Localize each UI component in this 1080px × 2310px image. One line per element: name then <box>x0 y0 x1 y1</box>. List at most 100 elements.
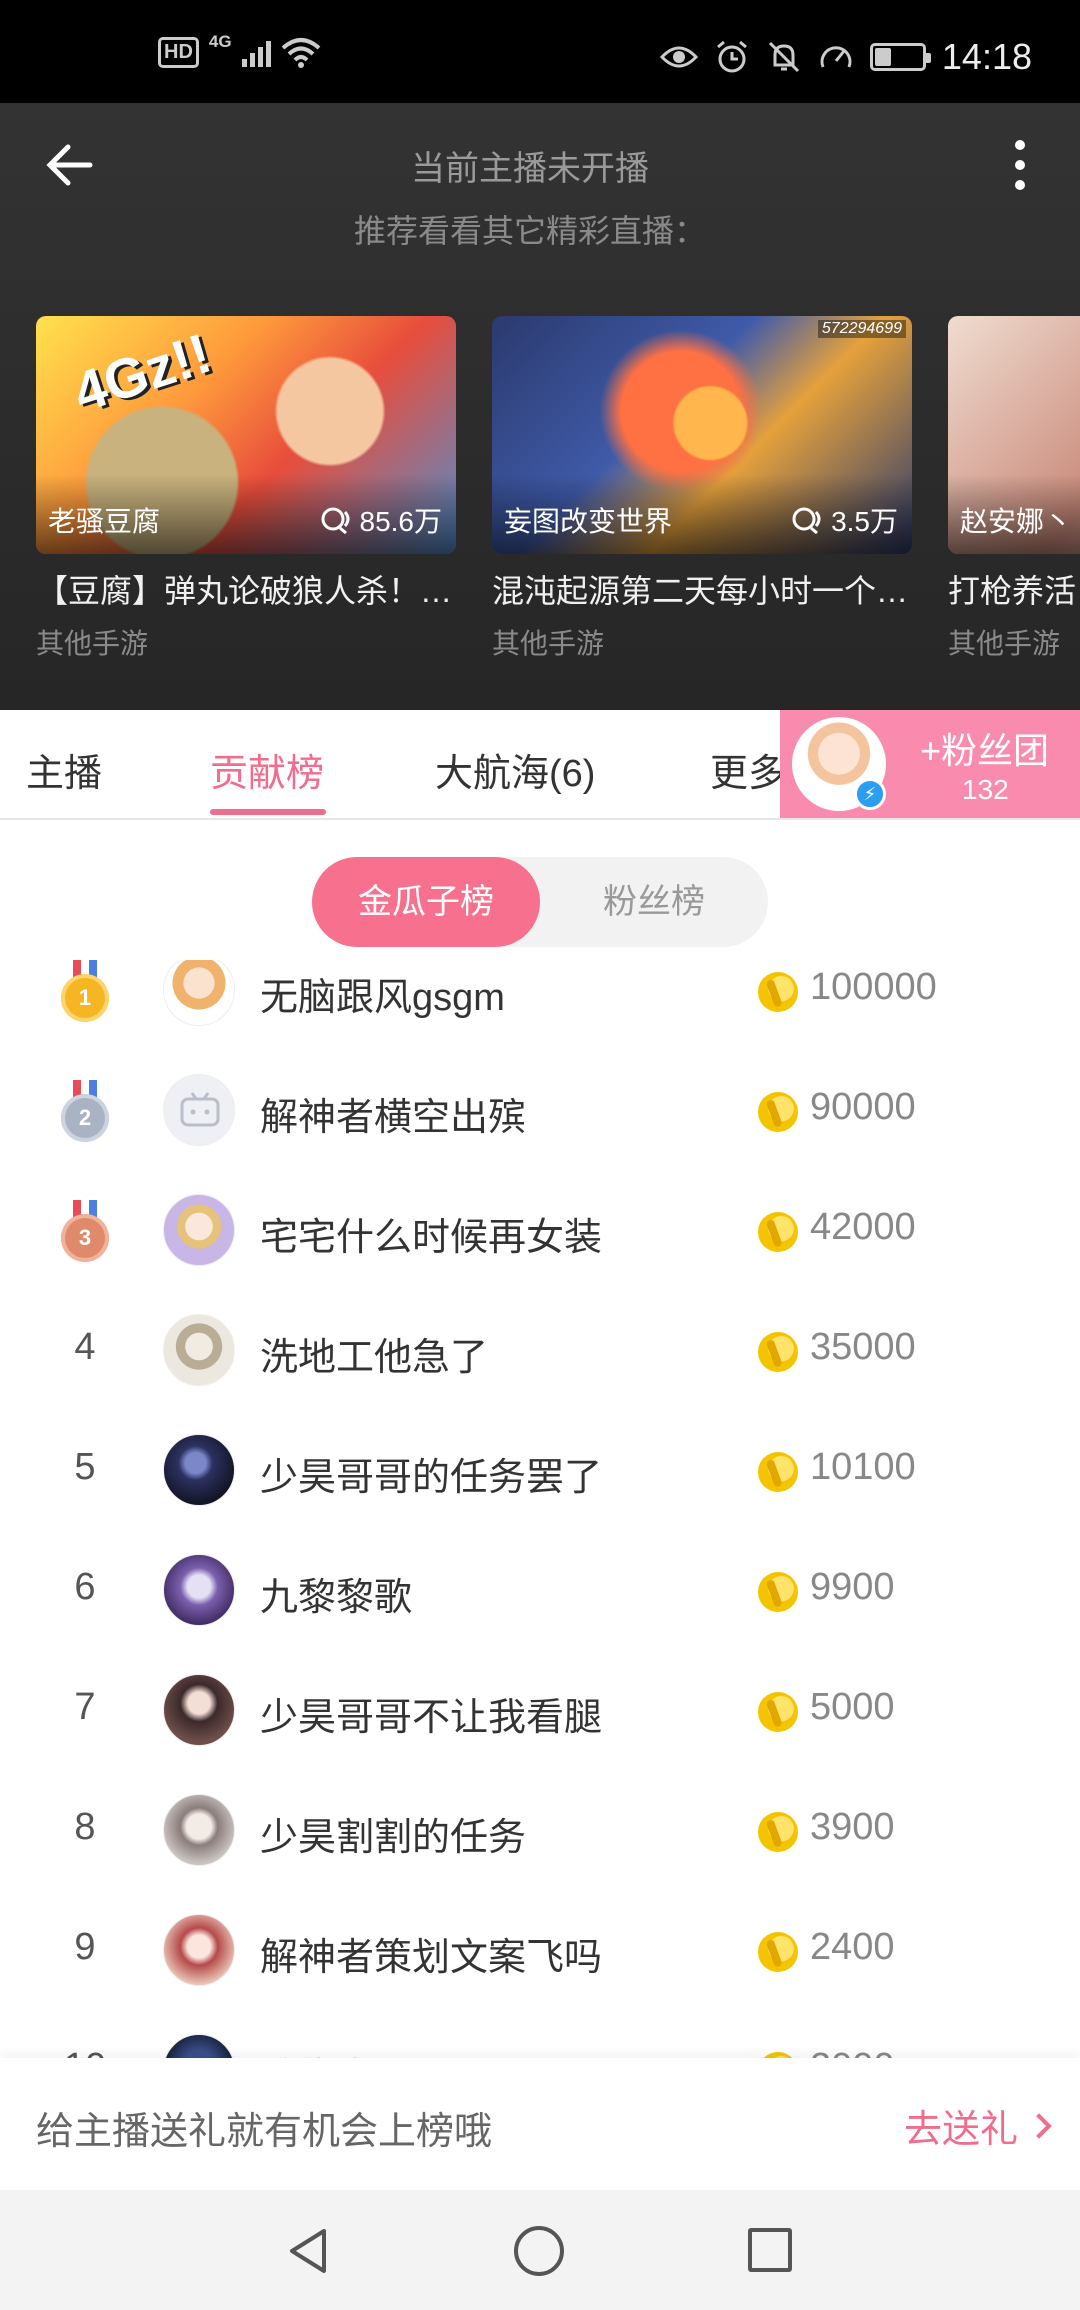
rank-number: 6 <box>74 1566 96 1608</box>
user-name[interactable]: 解神者策划文案飞吗 <box>260 1926 602 1981</box>
stream-title[interactable]: 【豆腐】弹丸论破狼人杀！… <box>36 566 456 612</box>
stream-card[interactable]: 赵安娜丶 打枪养活 其他手游 <box>948 316 1080 656</box>
verified-bolt-icon: ⚡ <box>854 778 886 810</box>
contribution-ranking-list[interactable]: 1 无脑跟风gsgm 100000 2 解神者横空出殡 90000 3 宅宅什么… <box>0 960 1080 2058</box>
bronze-medal-icon: 3 <box>57 1200 113 1264</box>
fan-club-label: +粉丝团 <box>920 730 1050 771</box>
table-row[interactable]: 1 无脑跟风gsgm 100000 <box>0 960 1080 1050</box>
table-row[interactable]: 10 暗袋十长苗 2000 <box>0 2010 1080 2058</box>
tab-streamer[interactable]: 主播 <box>26 742 102 797</box>
user-name[interactable]: 暗袋十长苗 <box>260 2046 450 2058</box>
viewer-count: 3.5万 <box>791 500 898 540</box>
stream-thumbnail[interactable]: 572294699 妄图改变世界 3.5万 <box>492 316 912 554</box>
battery-icon <box>869 43 931 71</box>
active-tab-indicator <box>210 809 326 815</box>
recent-square-icon[interactable] <box>748 2228 792 2272</box>
avatar[interactable] <box>163 1914 235 1986</box>
offline-header: 当前主播未开播 推荐看看其它精彩直播： 4Gz!! 老骚豆腐 85.6万 【豆腐… <box>0 103 1080 710</box>
chevron-right-icon <box>1026 2112 1052 2139</box>
avatar[interactable] <box>163 1674 235 1746</box>
send-gift-bar: 给主播送礼就有机会上榜哦 去送礼 <box>0 2058 1080 2190</box>
contribution-amount: 42000 <box>810 1206 916 1248</box>
tab-more[interactable]: 更多 <box>710 742 786 797</box>
user-name[interactable]: 少昊哥哥的任务罢了 <box>260 1446 602 1501</box>
table-row[interactable]: 2 解神者横空出殡 90000 <box>0 1050 1080 1170</box>
streamer-name: 赵安娜丶 <box>960 506 1073 537</box>
stream-title[interactable]: 打枪养活 <box>948 566 1080 612</box>
tab-contribution[interactable]: 贡献榜 <box>210 742 324 797</box>
user-name[interactable]: 九黎黎歌 <box>260 1566 412 1621</box>
avatar[interactable] <box>163 1074 235 1146</box>
speed-icon <box>820 46 852 68</box>
rank-number: 5 <box>74 1446 96 1488</box>
viewers-icon <box>321 507 349 534</box>
wifi-icon <box>281 38 320 68</box>
gold-seed-icon <box>752 1566 804 1618</box>
contribution-amount: 100000 <box>810 966 937 1008</box>
avatar[interactable] <box>163 1314 235 1386</box>
silver-medal-icon: 2 <box>57 1080 113 1144</box>
avatar[interactable] <box>163 1434 235 1506</box>
table-row[interactable]: 8 少昊割割的任务 3900 <box>0 1770 1080 1890</box>
table-row[interactable]: 6 九黎黎歌 9900 <box>0 1530 1080 1650</box>
default-avatar-icon <box>180 1092 220 1127</box>
avatar[interactable] <box>163 960 235 1026</box>
contribution-amount: 2000 <box>810 2046 895 2058</box>
avatar[interactable] <box>163 1554 235 1626</box>
back-triangle-icon[interactable] <box>284 2226 334 2276</box>
table-row[interactable]: 5 少昊哥哥的任务罢了 10100 <box>0 1410 1080 1530</box>
home-circle-icon[interactable] <box>514 2226 564 2276</box>
system-nav-bar <box>0 2190 1080 2310</box>
eye-icon <box>659 46 698 68</box>
send-gift-link[interactable]: 去送礼 <box>904 2098 1052 2153</box>
viewers-icon <box>792 507 821 534</box>
user-name[interactable]: 少昊哥哥不让我看腿 <box>260 1686 602 1741</box>
user-name[interactable]: 宅宅什么时候再女装 <box>260 1206 602 1261</box>
avatar[interactable] <box>163 1794 235 1866</box>
stream-category: 其他手游 <box>36 628 149 656</box>
gold-seed-icon <box>752 1446 804 1498</box>
gift-hint-text: 给主播送礼就有机会上榜哦 <box>36 2111 493 2153</box>
user-name[interactable]: 解神者横空出殡 <box>260 1086 526 1141</box>
avatar[interactable] <box>163 2034 235 2058</box>
recommended-streams[interactable]: 4Gz!! 老骚豆腐 85.6万 【豆腐】弹丸论破狼人杀！… 其他手游 5722… <box>36 316 1080 656</box>
recommend-subtitle: 推荐看看其它精彩直播： <box>353 213 706 249</box>
gold-seed-icon <box>752 1926 804 1978</box>
stream-card[interactable]: 4Gz!! 老骚豆腐 85.6万 【豆腐】弹丸论破狼人杀！… 其他手游 <box>36 316 456 656</box>
user-name[interactable]: 少昊割割的任务 <box>260 1806 526 1861</box>
stream-title[interactable]: 混沌起源第二天每小时一个… <box>492 566 912 612</box>
stream-card[interactable]: 572294699 妄图改变世界 3.5万 混沌起源第二天每小时一个… 其他手游 <box>492 316 912 656</box>
table-row[interactable]: 3 宅宅什么时候再女装 42000 <box>0 1170 1080 1290</box>
fan-club-button[interactable]: ⚡ +粉丝团 132 <box>780 710 1080 818</box>
avatar[interactable] <box>163 1194 235 1266</box>
room-tab-bar: 主播 贡献榜 大航海(6) 更多 ⚡ +粉丝团 132 <box>0 710 1080 820</box>
send-gift-label[interactable]: 去送礼 <box>904 2098 1018 2153</box>
rank-number: 10 <box>50 2046 120 2058</box>
gold-seed-ranking-tab[interactable]: 金瓜子榜 <box>312 857 540 947</box>
tab-guard[interactable]: 大航海(6) <box>435 742 595 797</box>
hd-icon: HD <box>158 36 199 68</box>
stream-thumbnail[interactable]: 赵安娜丶 <box>948 316 1080 554</box>
contribution-amount: 35000 <box>810 1326 916 1368</box>
network-type: 4G <box>208 32 232 51</box>
status-right: 14:18 <box>659 36 1032 78</box>
gold-medal-icon: 1 <box>57 960 113 1024</box>
viewer-count-text: 85.6万 <box>359 506 443 537</box>
ranking-type-toggle: 金瓜子榜 粉丝榜 <box>312 857 768 947</box>
user-name[interactable]: 洗地工他急了 <box>260 1326 488 1381</box>
user-name[interactable]: 无脑跟风gsgm <box>260 966 505 1021</box>
mute-icon <box>768 41 799 73</box>
table-row[interactable]: 4 洗地工他急了 35000 <box>0 1290 1080 1410</box>
fan-ranking-tab[interactable]: 粉丝榜 <box>540 857 768 947</box>
contribution-amount: 90000 <box>810 1086 916 1128</box>
streamer-name: 妄图改变世界 <box>504 506 673 537</box>
contribution-amount: 3900 <box>810 1806 895 1848</box>
table-row[interactable]: 7 少昊哥哥不让我看腿 5000 <box>0 1650 1080 1770</box>
stream-thumbnail[interactable]: 4Gz!! 老骚豆腐 85.6万 <box>36 316 456 554</box>
gold-seed-icon <box>752 2046 804 2058</box>
more-options-icon[interactable] <box>990 133 1050 197</box>
gold-seed-icon <box>752 1206 804 1258</box>
table-row[interactable]: 9 解神者策划文案飞吗 2400 <box>0 1890 1080 2010</box>
status-bar: HD 4G 14:18 <box>0 0 1080 103</box>
rank-number: 4 <box>74 1326 96 1368</box>
